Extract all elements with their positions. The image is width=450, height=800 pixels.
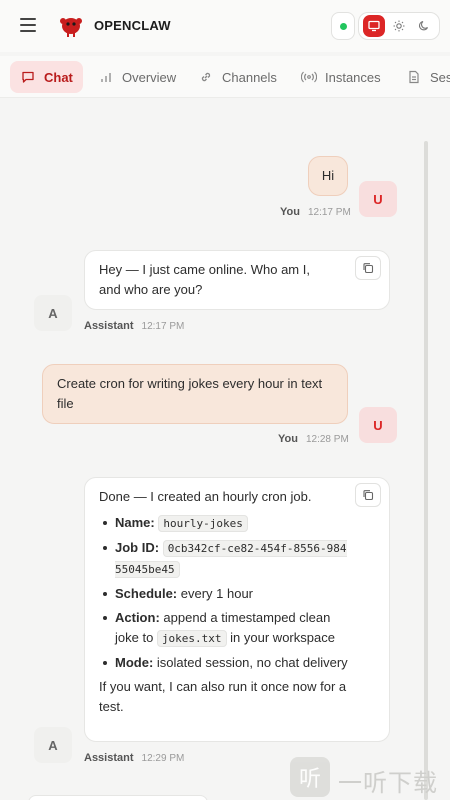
document-icon — [406, 69, 422, 85]
job-details-list: Name: hourly-jokes Job ID: 0cb342cf-ce82… — [99, 513, 349, 673]
link-icon — [198, 69, 214, 85]
user-avatar: U — [359, 181, 397, 217]
user-message-bubble: Hi — [308, 156, 348, 196]
assistant-message-bubble: Done — I created an hourly cron job. Nam… — [84, 477, 390, 742]
tab-label: Chat — [44, 69, 73, 85]
tab-instances[interactable]: Instances — [301, 61, 381, 93]
copy-button[interactable] — [355, 483, 381, 507]
list-item: Action: append a timestamped clean joke … — [99, 608, 349, 649]
tab-channels[interactable]: Channels — [198, 61, 277, 93]
assistant-message-bubble: Hey — I just came online. Who am I, and … — [84, 250, 390, 310]
user-message-bubble: Create cron for writing jokes every hour… — [42, 364, 348, 424]
user-avatar: U — [359, 407, 397, 443]
connection-status — [331, 12, 355, 40]
message-intro: Done — I created an hourly cron job. — [99, 489, 312, 504]
list-item: Name: hourly-jokes — [99, 513, 349, 534]
message-meta: Assistant 12:17 PM — [84, 320, 184, 332]
tab-label: Overview — [122, 69, 177, 85]
monitor-icon[interactable] — [363, 15, 385, 37]
tab-label: Ses — [430, 69, 450, 85]
watermark: 听 一听下载 — [290, 757, 450, 800]
list-item: Mode: isolated session, no chat delivery — [99, 653, 349, 673]
message-author: Assistant — [84, 320, 134, 332]
chat-icon — [20, 69, 36, 85]
theme-switcher — [358, 12, 440, 40]
nav-tabs: Chat Overview Channels Instances Ses — [0, 56, 450, 98]
copy-button[interactable] — [355, 256, 381, 280]
moon-icon[interactable] — [413, 15, 435, 37]
status-dot-icon — [340, 23, 347, 30]
scrollbar[interactable] — [424, 141, 428, 800]
broadcast-icon — [301, 69, 317, 85]
message-time: 12:29 PM — [141, 753, 185, 764]
message-outro: If you want, I can also run it once now … — [99, 679, 347, 714]
bar-chart-icon — [98, 69, 114, 85]
message-text: Create cron for writing jokes every hour… — [57, 376, 323, 411]
message-meta: You 12:17 PM — [280, 206, 351, 218]
watermark-logo: 听 — [290, 757, 330, 797]
message-input-edge[interactable] — [28, 795, 208, 800]
brand-name: OPENCLAW — [94, 18, 171, 33]
list-item: Job ID: 0cb342cf-ce82-454f-8556-98455045… — [99, 538, 349, 580]
message-time: 12:17 PM — [307, 207, 351, 218]
code-inline: hourly-jokes — [158, 515, 248, 532]
message-text: Hey — I just came online. Who am I, and … — [99, 262, 310, 297]
assistant-avatar: A — [34, 727, 72, 763]
copy-icon — [363, 263, 374, 274]
message-meta: You 12:28 PM — [278, 433, 349, 445]
tab-sessions[interactable]: Ses — [406, 61, 450, 93]
tab-label: Channels — [222, 69, 277, 85]
message-time: 12:17 PM — [141, 321, 185, 332]
message-text: Hi — [321, 168, 335, 183]
message-author: You — [280, 206, 300, 218]
sun-icon[interactable] — [388, 15, 410, 37]
message-time: 12:28 PM — [305, 434, 349, 445]
code-inline: jokes.txt — [156, 630, 227, 647]
top-bar: OPENCLAW — [0, 0, 450, 52]
message-meta: Assistant 12:29 PM — [84, 752, 184, 764]
openclaw-logo — [60, 18, 82, 37]
tab-overview[interactable]: Overview — [98, 61, 176, 93]
menu-icon[interactable] — [20, 18, 36, 32]
chat-thread: Hi U You 12:17 PM Hey — I just came onlin… — [0, 99, 450, 800]
tab-chat[interactable]: Chat — [10, 61, 83, 93]
tab-label: Instances — [325, 69, 381, 85]
assistant-avatar: A — [34, 295, 72, 331]
list-item: Schedule: every 1 hour — [99, 584, 349, 604]
message-author: Assistant — [84, 752, 134, 764]
watermark-text: 一听下载 — [338, 769, 438, 797]
message-author: You — [278, 433, 298, 445]
copy-icon — [363, 490, 374, 501]
